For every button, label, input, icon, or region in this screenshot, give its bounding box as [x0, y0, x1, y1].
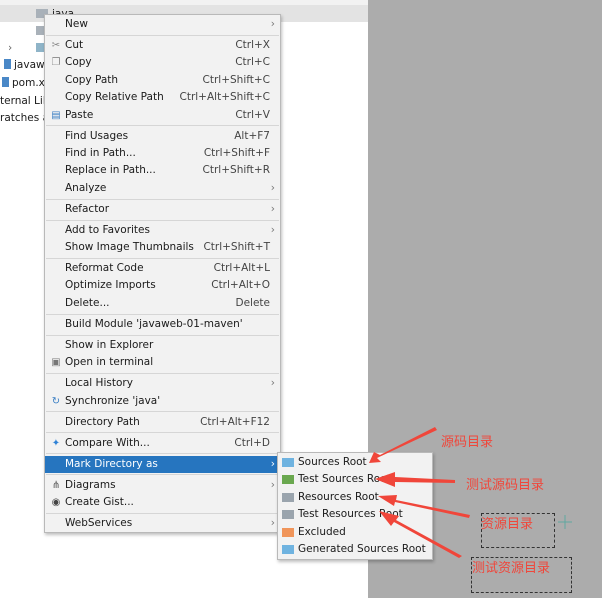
annotation-sources: 源码目录 [441, 435, 494, 450]
annotation-resources: 资源目录 [481, 517, 534, 532]
cursor-crosshair [558, 515, 572, 529]
arrow-sources [369, 427, 437, 463]
annotation-test-sources: 测试源码目录 [466, 478, 545, 493]
arrow-test-sources [375, 472, 455, 487]
arrow-test-resources [379, 511, 462, 558]
annotation-test-resources: 测试资源目录 [472, 561, 551, 576]
annotation-arrows [369, 427, 572, 558]
